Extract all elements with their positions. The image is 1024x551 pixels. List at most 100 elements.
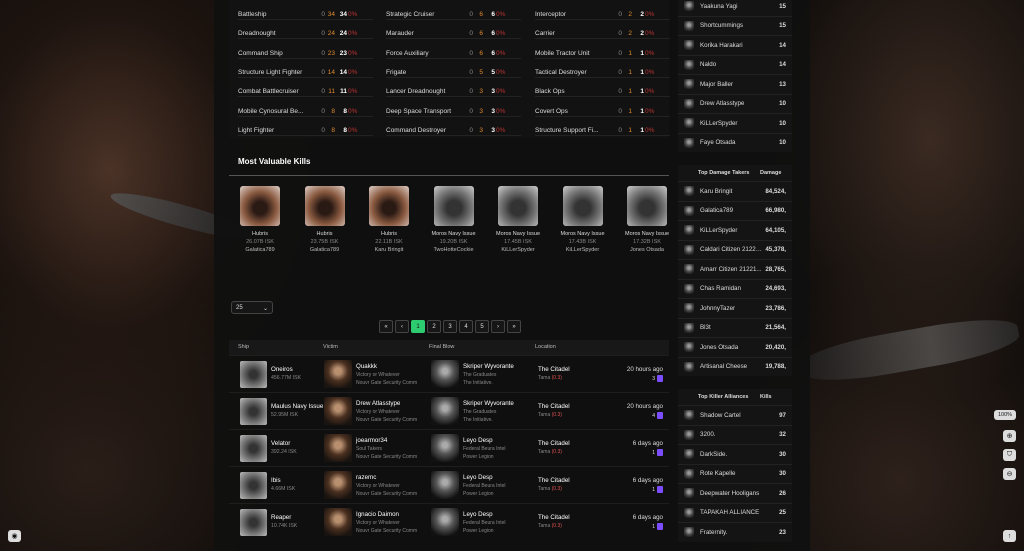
sidebar-name[interactable]: DarkSide. xyxy=(700,451,762,458)
table-row[interactable]: Reaper 10.74K ISK Ignacio Daimon Victory or… xyxy=(229,503,669,539)
class-row[interactable]: Deep Space Transport 0 3 3 0% xyxy=(386,102,505,121)
col-ship[interactable]: Ship xyxy=(238,344,249,350)
shield-icon[interactable]: ⛉ xyxy=(1003,449,1016,461)
sidebar-name[interactable]: Caldari Citizen 21220... xyxy=(700,246,762,253)
mvk-item[interactable]: Hubris 26.07B ISK Galatica789 xyxy=(232,186,288,253)
sidebar-name[interactable]: Amarr Citizen 21221... xyxy=(700,266,762,273)
location-system[interactable]: The Citadel xyxy=(538,440,570,447)
sidebar-name[interactable]: Jones Otsada xyxy=(700,344,762,351)
victim-avatar[interactable] xyxy=(324,434,352,462)
class-row[interactable]: Dreadnought 0 24 24 0% xyxy=(238,24,357,43)
avatar[interactable] xyxy=(684,20,694,31)
page-button[interactable]: › xyxy=(491,320,505,333)
sidebar-name[interactable]: Major Baller xyxy=(700,81,762,88)
final-blow-name[interactable]: Skriper Wyvorante xyxy=(463,400,514,407)
mvk-ship[interactable]: Hubris xyxy=(361,231,417,237)
sidebar-row[interactable]: TAPAKAH ALLIANCE 25 xyxy=(678,502,792,523)
class-row[interactable]: Battleship 0 34 34 0% xyxy=(238,5,357,24)
victim-alliance[interactable]: Nouvr Gate Security Comm xyxy=(356,380,417,386)
avatar[interactable] xyxy=(684,468,694,479)
mvk-character[interactable]: TwoHotteCockie xyxy=(426,247,482,253)
sidebar-row[interactable]: Korika Harakari 14 xyxy=(678,35,792,55)
sidebar-row[interactable]: Chas Ramidan 24,693, xyxy=(678,278,792,299)
location-region[interactable]: Tama (0.3) xyxy=(538,449,562,455)
avatar[interactable] xyxy=(684,342,694,353)
mvk-item[interactable]: Moros Navy Issue 17.32B ISK Jones Otsada xyxy=(619,186,675,253)
victim-corp[interactable]: Victory or Whatever xyxy=(356,483,400,489)
sidebar-row[interactable]: KiLLerSpyder 64,105, xyxy=(678,220,792,240)
sidebar-name[interactable]: Chas Ramidan xyxy=(700,285,762,292)
sidebar-row[interactable]: DarkSide. 30 xyxy=(678,444,792,464)
class-row[interactable]: Mobile Cynosural Be... 0 8 8 0% xyxy=(238,102,357,121)
avatar[interactable] xyxy=(684,40,694,51)
sidebar-name[interactable]: Korika Harakari xyxy=(700,42,762,49)
ship-image[interactable] xyxy=(433,186,474,226)
sidebar-row[interactable]: Galatica789 66,980, xyxy=(678,200,792,221)
ship-image[interactable] xyxy=(562,186,603,226)
class-row[interactable]: Carrier 0 2 2 0% xyxy=(535,24,654,43)
final-blow-avatar[interactable] xyxy=(431,434,459,462)
class-row[interactable]: Covert Ops 0 1 1 0% xyxy=(535,102,654,121)
location-system[interactable]: The Citadel xyxy=(538,366,570,373)
mvk-ship[interactable]: Hubris xyxy=(232,231,288,237)
ship-image[interactable] xyxy=(240,361,267,388)
location-system[interactable]: The Citadel xyxy=(538,514,570,521)
col-final-blow[interactable]: Final Blow xyxy=(429,344,454,350)
sidebar-name[interactable]: KiLLerSpyder xyxy=(700,227,762,234)
sidebar-row[interactable]: Rote Kapelle 30 xyxy=(678,463,792,484)
avatar[interactable] xyxy=(684,1,694,12)
sidebar-name[interactable]: Shortcummings xyxy=(700,22,762,29)
final-blow-corp[interactable]: The Graduates xyxy=(463,372,496,378)
location-region[interactable]: Tama (0.3) xyxy=(538,412,562,418)
mvk-item[interactable]: Hubris 23.75B ISK Galatica789 xyxy=(297,186,353,253)
class-row[interactable]: Black Ops 0 1 1 0% xyxy=(535,82,654,101)
page-button[interactable]: « xyxy=(379,320,393,333)
ship-image[interactable] xyxy=(240,186,280,226)
sidebar-row[interactable]: Bl3t 21,564, xyxy=(678,317,792,338)
final-blow-avatar[interactable] xyxy=(431,360,459,388)
victim-alliance[interactable]: Nouvr Gate Security Comm xyxy=(356,454,417,460)
ship-image[interactable] xyxy=(240,435,267,462)
page-button[interactable]: » xyxy=(507,320,521,333)
sidebar-name[interactable]: Faye Otsada xyxy=(700,139,762,146)
sidebar-row[interactable]: Caldari Citizen 21220... 45,378, xyxy=(678,239,792,260)
avatar[interactable] xyxy=(684,98,694,109)
victim-name[interactable]: Quakkk xyxy=(356,363,377,370)
class-row[interactable]: Tactical Destroyer 0 1 1 0% xyxy=(535,63,654,82)
sidebar-name[interactable]: JohnnyTazer xyxy=(700,305,762,312)
ship-name[interactable]: Maulus Navy Issue xyxy=(271,403,323,410)
col-location[interactable]: Location xyxy=(535,344,556,350)
avatar[interactable] xyxy=(684,205,694,216)
mvk-item[interactable]: Moros Navy Issue 19.20B ISK TwoHotteCockie xyxy=(426,186,482,253)
final-blow-name[interactable]: Leyo Desp xyxy=(463,474,493,481)
victim-alliance[interactable]: Nouvr Gate Security Comm xyxy=(356,528,417,534)
avatar[interactable] xyxy=(684,449,694,460)
page-button[interactable]: 4 xyxy=(459,320,473,333)
sidebar-row[interactable]: Major Baller 13 xyxy=(678,74,792,94)
sidebar-name[interactable]: Karu Bringit xyxy=(700,188,762,195)
victim-name[interactable]: razemc xyxy=(356,474,376,481)
mvk-character[interactable]: Galatica789 xyxy=(297,247,353,253)
class-row[interactable]: Command Ship 0 23 23 0% xyxy=(238,44,357,63)
victim-avatar[interactable] xyxy=(324,360,352,388)
avatar[interactable] xyxy=(684,264,694,275)
final-blow-name[interactable]: Leyo Desp xyxy=(463,511,493,518)
sidebar-row[interactable]: KiLLerSpyder 10 xyxy=(678,113,792,133)
sidebar-row[interactable]: Faye Otsada 10 xyxy=(678,132,792,153)
zoom-out-icon[interactable]: ⊖ xyxy=(1003,468,1016,480)
victim-alliance[interactable]: Nouvr Gate Security Comm xyxy=(356,491,417,497)
final-blow-alliance[interactable]: Power Legion xyxy=(463,454,494,460)
sidebar-name[interactable]: Drew Atlasstype xyxy=(700,100,762,107)
ship-name[interactable]: Reaper xyxy=(271,514,291,521)
sidebar-row[interactable]: Amarr Citizen 21221... 28,765, xyxy=(678,259,792,279)
ship-image[interactable] xyxy=(498,186,538,226)
location-region[interactable]: Tama (0.3) xyxy=(538,523,562,529)
zoom-level[interactable]: 100% xyxy=(994,410,1016,420)
class-row[interactable]: Lancer Dreadnought 0 3 3 0% xyxy=(386,82,505,101)
sidebar-name[interactable]: KiLLerSpyder xyxy=(700,120,762,127)
sidebar-name[interactable]: Galatica789 xyxy=(700,207,762,214)
mvk-item[interactable]: Hubris 22.11B ISK Karu Bringit xyxy=(361,186,417,253)
sidebar-name[interactable]: 3200. xyxy=(700,431,762,438)
final-blow-corp[interactable]: Federal Beura Intel xyxy=(463,483,506,489)
final-blow-alliance[interactable]: The Initiative. xyxy=(463,380,493,386)
